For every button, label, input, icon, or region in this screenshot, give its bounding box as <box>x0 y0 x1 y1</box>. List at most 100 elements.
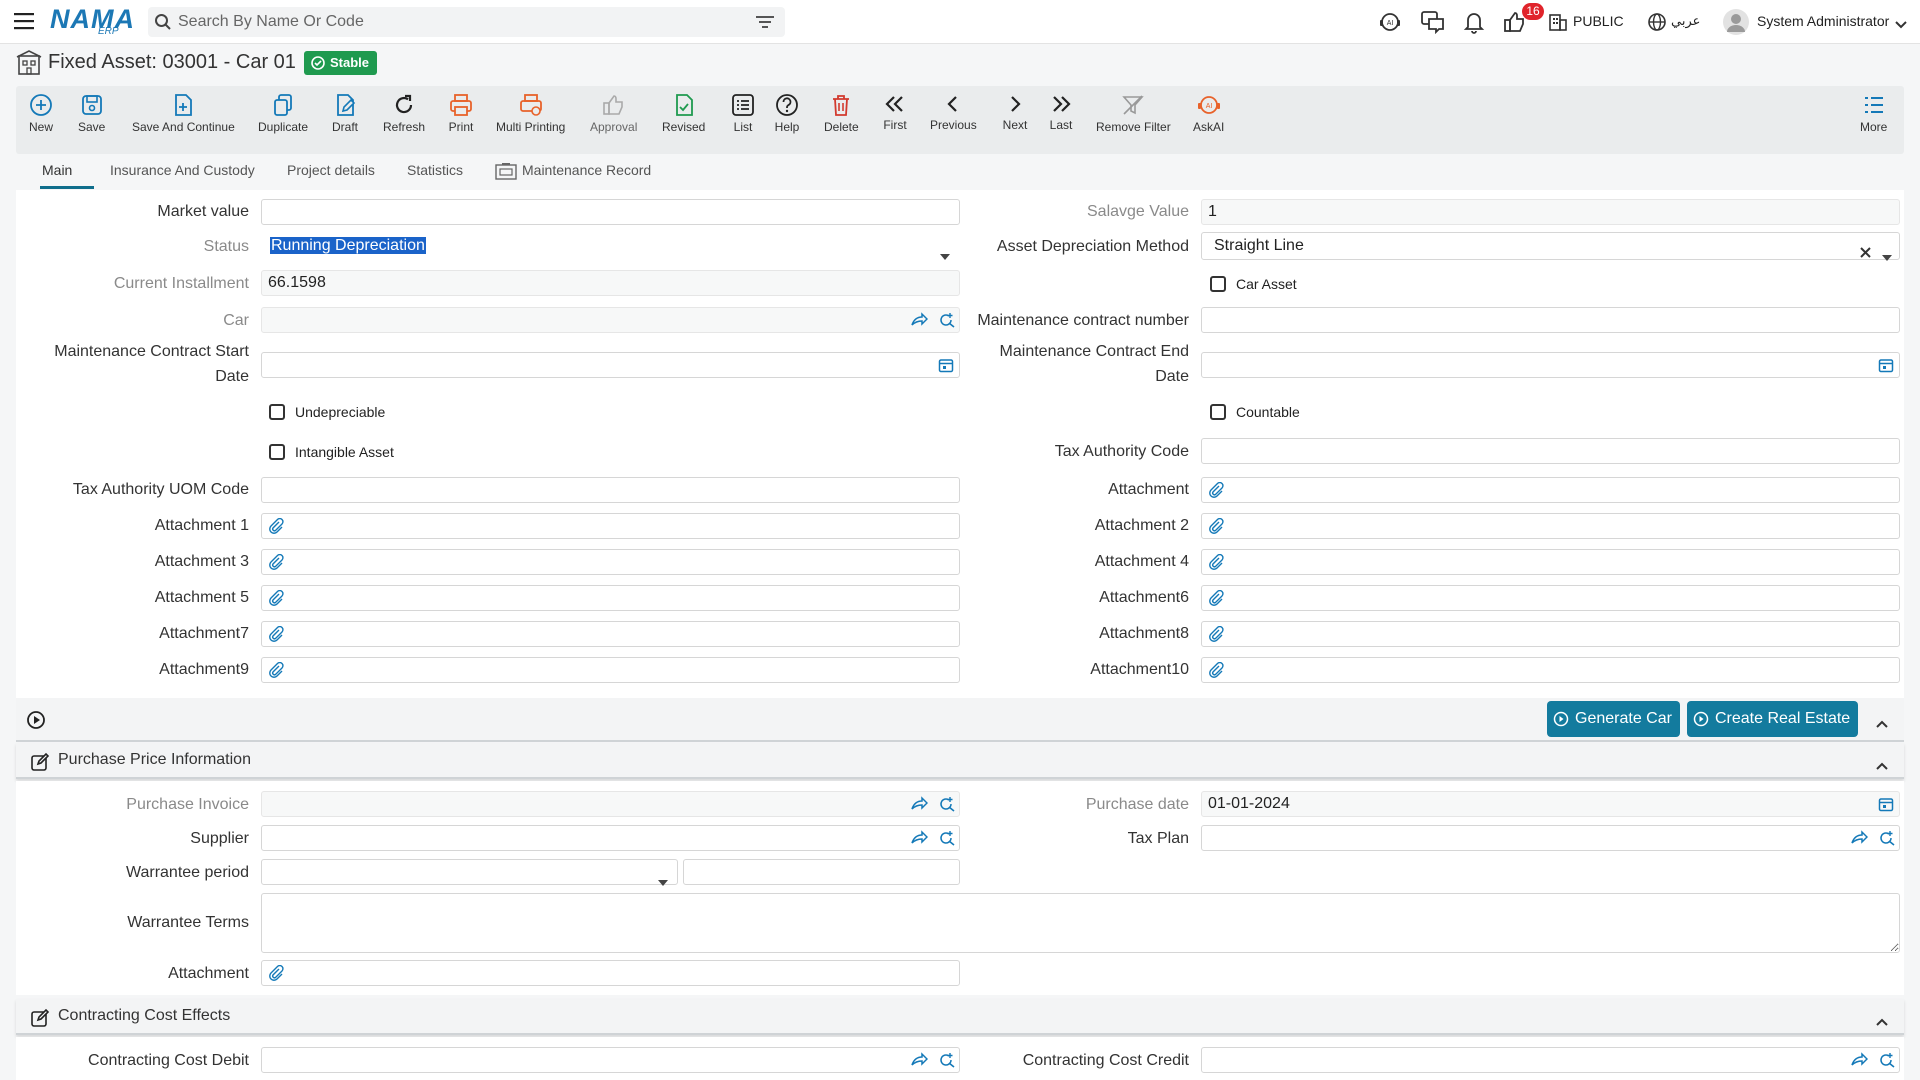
lookup-search-icon[interactable] <box>938 1052 956 1076</box>
market-value-input[interactable] <box>261 199 960 225</box>
tax-uom-code-input[interactable] <box>261 477 960 503</box>
purchase-section-header[interactable]: Purchase Price Information <box>16 743 1904 779</box>
last-button[interactable]: Last <box>1048 92 1074 132</box>
undepreciable-checkbox[interactable]: Undepreciable <box>269 403 385 421</box>
print-button[interactable]: Print <box>448 92 474 134</box>
chevron-up-icon[interactable] <box>1876 715 1888 732</box>
paperclip-icon[interactable] <box>268 964 284 989</box>
language-switch[interactable]: عربي <box>1671 13 1700 29</box>
tax-authority-code-input[interactable] <box>1201 438 1900 464</box>
attachment-2-input[interactable] <box>1201 513 1900 539</box>
calendar-icon[interactable] <box>938 357 954 381</box>
warrantee-period-unit-select[interactable] <box>261 859 678 886</box>
hamburger-menu-icon[interactable] <box>14 12 34 34</box>
car-input[interactable] <box>261 307 960 333</box>
clear-x-icon[interactable] <box>1860 241 1871 267</box>
calendar-icon[interactable] <box>1878 796 1894 820</box>
contracting-debit-input[interactable] <box>261 1047 960 1073</box>
building-icon[interactable] <box>1548 12 1568 36</box>
globe-icon[interactable] <box>1647 12 1667 36</box>
attachment-4-input[interactable] <box>1201 549 1900 575</box>
status-select[interactable]: Running Depreciation <box>261 233 960 260</box>
attachment-1-input[interactable] <box>261 513 960 539</box>
open-link-icon[interactable] <box>1850 1052 1869 1076</box>
contracting-section-header[interactable]: Contracting Cost Effects <box>16 999 1904 1035</box>
approval-button[interactable]: Approval <box>590 92 637 134</box>
avatar[interactable] <box>1722 8 1750 40</box>
duplicate-button[interactable]: Duplicate <box>258 92 308 134</box>
maintenance-start-date-input[interactable] <box>261 352 960 378</box>
more-button[interactable]: More <box>1860 92 1887 134</box>
tax-plan-input[interactable] <box>1201 825 1900 851</box>
calendar-icon[interactable] <box>1878 357 1894 381</box>
ai-assistant-icon[interactable]: AI <box>1378 10 1402 38</box>
paperclip-icon[interactable] <box>268 553 284 578</box>
multi-printing-button[interactable]: Multi Printing <box>496 92 565 134</box>
first-button[interactable]: First <box>882 92 908 132</box>
lookup-search-icon[interactable] <box>938 312 956 336</box>
open-link-icon[interactable] <box>910 1052 929 1076</box>
lookup-search-icon[interactable] <box>1878 830 1896 854</box>
chevron-up-icon[interactable] <box>1876 1013 1888 1030</box>
current-installment-input[interactable]: 66.1598 <box>261 270 960 296</box>
paperclip-icon[interactable] <box>1208 517 1224 542</box>
open-link-icon[interactable] <box>1850 830 1869 854</box>
maintenance-end-date-input[interactable] <box>1201 352 1900 378</box>
company-public-label[interactable]: PUBLIC <box>1573 13 1624 29</box>
refresh-button[interactable]: Refresh <box>383 92 425 134</box>
next-button[interactable]: Next <box>1002 92 1028 132</box>
bell-icon[interactable] <box>1462 10 1486 38</box>
purchase-invoice-input[interactable] <box>261 791 960 817</box>
attachment-8-input[interactable] <box>1201 621 1900 647</box>
countable-checkbox[interactable]: Countable <box>1210 403 1300 421</box>
open-link-icon[interactable] <box>910 796 929 820</box>
tab-project-details[interactable]: Project details <box>287 162 375 178</box>
paperclip-icon[interactable] <box>1208 589 1224 614</box>
depreciation-method-select[interactable]: Straight Line <box>1201 232 1900 261</box>
help-button[interactable]: Help <box>774 92 800 134</box>
remove-filter-button[interactable]: Remove Filter <box>1096 92 1171 134</box>
list-button[interactable]: List <box>730 92 756 134</box>
warrantee-terms-textarea[interactable] <box>261 893 1900 953</box>
filter-icon[interactable] <box>756 15 774 33</box>
lookup-search-icon[interactable] <box>1878 1052 1896 1076</box>
contracting-credit-input[interactable] <box>1201 1047 1900 1073</box>
intangible-asset-checkbox[interactable]: Intangible Asset <box>269 443 394 461</box>
chat-icon[interactable] <box>1420 10 1446 38</box>
generate-car-button[interactable]: Generate Car <box>1547 701 1680 737</box>
paperclip-icon[interactable] <box>1208 553 1224 578</box>
create-real-estate-button[interactable]: Create Real Estate <box>1687 701 1859 737</box>
chevron-down-icon[interactable] <box>1895 16 1907 33</box>
purchase-date-input[interactable]: 01-01-2024 <box>1201 791 1900 817</box>
attachment-10-input[interactable] <box>1201 657 1900 683</box>
tab-insurance-and-custody[interactable]: Insurance And Custody <box>110 162 255 178</box>
tab-statistics[interactable]: Statistics <box>407 162 463 178</box>
attachment-6-input[interactable] <box>1201 585 1900 611</box>
tab-main[interactable]: Main <box>42 162 72 178</box>
open-link-icon[interactable] <box>910 312 929 336</box>
lookup-search-icon[interactable] <box>938 796 956 820</box>
paperclip-icon[interactable] <box>268 625 284 650</box>
maintenance-contract-number-input[interactable] <box>1201 307 1900 333</box>
paperclip-icon[interactable] <box>1208 481 1224 506</box>
nama-erp-logo[interactable]: NAMA ERP <box>50 4 134 40</box>
previous-button[interactable]: Previous <box>930 92 977 132</box>
tab-maintenance-record[interactable]: Maintenance Record <box>522 162 651 178</box>
lookup-search-icon[interactable] <box>938 830 956 854</box>
paperclip-icon[interactable] <box>268 661 284 686</box>
paperclip-icon[interactable] <box>268 589 284 614</box>
attachment-input[interactable] <box>1201 477 1900 503</box>
paperclip-icon[interactable] <box>1208 661 1224 686</box>
attachment-5-input[interactable] <box>261 585 960 611</box>
save-and-continue-button[interactable]: Save And Continue <box>132 92 235 134</box>
askai-button[interactable]: AI AskAI <box>1193 92 1224 134</box>
attachment-7-input[interactable] <box>261 621 960 647</box>
supplier-input[interactable] <box>261 825 960 851</box>
draft-button[interactable]: Draft <box>332 92 358 134</box>
chevron-up-icon[interactable] <box>1876 757 1888 774</box>
save-button[interactable]: Save <box>78 92 105 134</box>
car-asset-checkbox[interactable]: Car Asset <box>1210 275 1297 293</box>
new-button[interactable]: New <box>28 92 54 134</box>
paperclip-icon[interactable] <box>1208 625 1224 650</box>
search-input[interactable] <box>178 7 738 37</box>
